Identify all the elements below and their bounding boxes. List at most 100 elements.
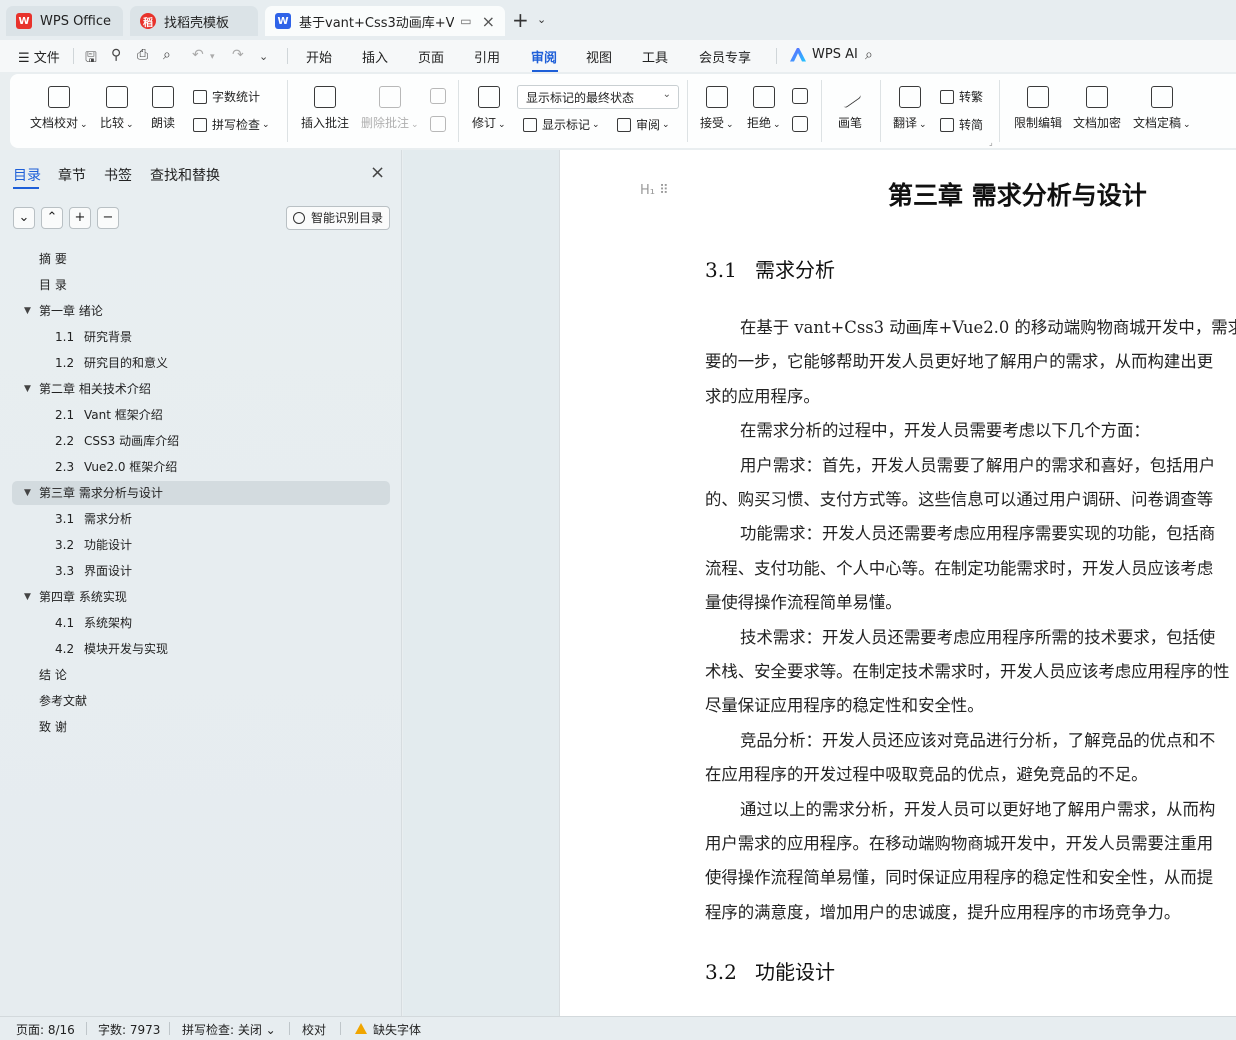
menu-references[interactable]: 引用 (474, 47, 500, 66)
toc-section-item[interactable]: 3.2 功能设计 (55, 534, 132, 556)
word-count-button[interactable]: 字数统计 (193, 88, 260, 105)
reviewing-pane-button[interactable]: 审阅 ⌄ (617, 116, 670, 133)
menu-file[interactable]: ☰ 文件 (18, 47, 60, 66)
smart-toc-button[interactable]: 智能识别目录 (286, 206, 390, 230)
chevron-down-icon[interactable]: ⌄ (259, 50, 268, 63)
to-traditional-button[interactable]: 转繁 (940, 88, 983, 105)
menu-tools[interactable]: 工具 (642, 47, 668, 66)
insert-comment-button[interactable]: 插入批注 (301, 86, 349, 131)
toc-chapter-item[interactable]: ▼ 第三章 需求分析与设计 (24, 482, 163, 504)
next-comment-button[interactable] (430, 116, 446, 138)
finalize-button[interactable]: 文档定稿 ⌄ (1133, 86, 1191, 131)
close-icon[interactable]: × (370, 162, 385, 183)
word-doc-icon: W (275, 13, 291, 29)
toc-chapter-item[interactable]: 致 谢 (39, 716, 67, 738)
read-aloud-button[interactable]: 朗读 (151, 86, 175, 131)
menu-insert[interactable]: 插入 (362, 47, 388, 66)
proofread-button[interactable]: 文档校对 ⌄ (30, 86, 88, 131)
collapse-triangle-icon[interactable]: ▼ (24, 378, 31, 400)
document-page[interactable]: H₁ ⠿ 第三章 需求分析与设计 3.1 需求分析 在基于 vant+Css3 动… (559, 150, 1236, 1016)
markup-mode-select[interactable]: 显示标记的最终状态 ⌄ (517, 85, 679, 109)
close-tab-icon[interactable]: × (482, 12, 495, 31)
accept-button[interactable]: 接受 ⌄ (700, 86, 734, 131)
menu-member[interactable]: 会员专享 (699, 47, 751, 66)
toc-section-item[interactable]: 1.1 研究背景 (55, 326, 132, 348)
toc-chapter-item[interactable]: 目 录 (39, 274, 67, 296)
previous-comment-button[interactable] (430, 88, 446, 110)
toc-chapter-item[interactable]: ▼ 第一章 绪论 (24, 300, 103, 322)
tab-wps-office[interactable]: W WPS Office (6, 6, 123, 36)
reject-button[interactable]: 拒绝 ⌄ (747, 86, 781, 131)
translate-label: 翻译 (893, 116, 918, 130)
undo-icon[interactable]: ↶ (192, 47, 204, 63)
screen-icon[interactable]: ▭ (460, 14, 471, 28)
section-heading[interactable]: 3.2 功能设计 (705, 956, 835, 985)
collapse-triangle-icon[interactable]: ▼ (24, 300, 31, 322)
add-heading-button[interactable]: + (69, 207, 91, 229)
nav-tab-find-replace[interactable]: 查找和替换 (150, 165, 220, 185)
menu-home[interactable]: 开始 (306, 47, 332, 66)
wps-ai-button[interactable]: WPS AI (790, 47, 858, 62)
toc-section-item[interactable]: 2.1 Vant 框架介绍 (55, 404, 163, 426)
redo-icon[interactable]: ↷ (232, 47, 244, 63)
heading-drag-handle[interactable]: H₁ ⠿ (640, 183, 669, 198)
save-icon[interactable]: 🖫 (85, 47, 97, 71)
toc-chapter-item[interactable]: ▼ 第二章 相关技术介绍 (24, 378, 151, 400)
menu-page[interactable]: 页面 (418, 47, 444, 66)
section-heading[interactable]: 3.1 需求分析 (705, 254, 835, 283)
toc-chapter-item[interactable]: ▼ 第四章 系统实现 (24, 586, 127, 608)
show-markup-button[interactable]: 显示标记 ⌄ (523, 116, 600, 133)
print-preview-icon[interactable]: ⌕ (163, 47, 171, 63)
track-changes-button[interactable]: 修订 ⌄ (472, 86, 506, 131)
to-simplified-button[interactable]: 转简 (940, 116, 983, 133)
spell-check-button[interactable]: 拼写检查 ⌄ (193, 116, 270, 133)
toc-section-item[interactable]: 2.3 Vue2.0 框架介绍 (55, 456, 177, 478)
collapse-all-button[interactable]: ⌃ (41, 207, 63, 229)
toc-item-label: 结 论 (39, 668, 67, 682)
toc-section-item[interactable]: 4.2 模块开发与实现 (55, 638, 168, 660)
chapter-title[interactable]: 第三章 需求分析与设计 (888, 176, 1147, 212)
nav-tab-bookmarks[interactable]: 书签 (104, 165, 132, 185)
word-count-label: 字数统计 (212, 90, 261, 104)
toc-section-item[interactable]: 3.1 需求分析 (55, 508, 132, 530)
next-change-button[interactable] (792, 116, 808, 138)
share-icon[interactable]: ⚲ (111, 47, 121, 63)
toc-chapter-item[interactable]: 参考文献 (39, 690, 87, 712)
expand-all-button[interactable]: ⌄ (13, 207, 35, 229)
toc-section-item[interactable]: 3.3 界面设计 (55, 560, 132, 582)
print-icon[interactable]: ⎙ (137, 47, 148, 63)
translate-button[interactable]: 翻译 ⌄ (893, 86, 927, 131)
toc-chapter-item[interactable]: 结 论 (39, 664, 67, 686)
compare-button[interactable]: 比较 ⌄ (100, 86, 134, 131)
toc-section-item[interactable]: 4.1 系统架构 (55, 612, 132, 634)
page-indicator[interactable]: 页面: 8/16 (16, 1021, 75, 1038)
delete-comment-button[interactable]: 删除批注 ⌄ (361, 86, 419, 131)
collapse-triangle-icon[interactable]: ▼ (24, 482, 31, 504)
encrypt-button[interactable]: 文档加密 (1073, 86, 1121, 131)
spell-check-indicator[interactable]: 拼写检查: 关闭 ⌄ (182, 1021, 276, 1038)
restrict-edit-button[interactable]: 限制编辑 (1014, 86, 1062, 131)
new-tab-button[interactable]: + (512, 8, 529, 32)
body-line: 程序的满意度，增加用户的忠诚度，提升应用程序的市场竞争力。 (705, 902, 1181, 922)
toc-chapter-item[interactable]: 摘 要 (39, 248, 67, 270)
search-icon[interactable]: ⌕ (865, 47, 873, 63)
remove-heading-button[interactable]: − (97, 207, 119, 229)
collapse-triangle-icon[interactable]: ▼ (24, 586, 31, 608)
menu-view[interactable]: 视图 (586, 47, 612, 66)
previous-change-button[interactable] (792, 88, 808, 110)
chevron-down-icon[interactable]: ⌄ (537, 13, 546, 26)
nav-tab-chapters[interactable]: 章节 (58, 165, 86, 185)
tab-current-document[interactable]: W 基于vant+Css3动画库+Vue2. ▭ × (265, 6, 505, 36)
toc-section-item[interactable]: 1.2 研究目的和意义 (55, 352, 168, 374)
undo-dropdown-icon[interactable]: ▾ (210, 52, 215, 62)
missing-fonts-indicator[interactable]: 缺失字体 (373, 1021, 421, 1038)
tab-docer-templates[interactable]: 稻 找稻壳模板 (130, 6, 258, 36)
proofread-indicator[interactable]: 校对 (302, 1021, 326, 1038)
nav-tab-toc[interactable]: 目录 (13, 165, 41, 185)
toc-section-item[interactable]: 2.2 CSS3 动画库介绍 (55, 430, 179, 452)
word-count-indicator[interactable]: 字数: 7973 (98, 1021, 160, 1038)
pen-button[interactable]: 画笔 (838, 86, 862, 131)
expand-dialog-icon[interactable]: ⌟ (989, 138, 993, 147)
menu-review[interactable]: 审阅 (531, 47, 557, 66)
track-changes-icon (477, 86, 500, 108)
